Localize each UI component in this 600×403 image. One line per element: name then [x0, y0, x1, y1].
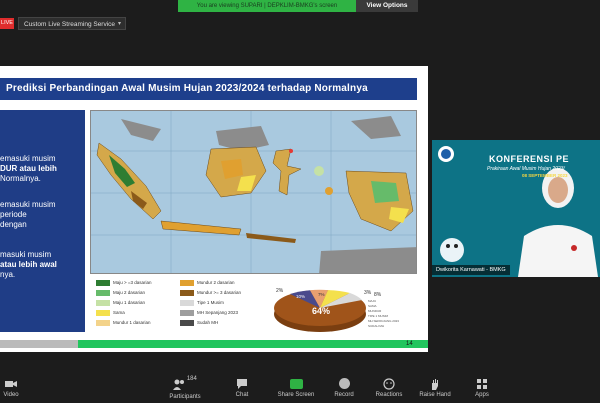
pie-legend-item: MAJU	[368, 299, 376, 303]
reactions-label: Reactions	[375, 392, 403, 398]
reactions-button[interactable]: Reactions	[372, 376, 406, 398]
legend-label: MH Sepanjang 2023	[197, 310, 239, 316]
slide-text-line: DUR atau lebih	[0, 164, 57, 173]
legend-item: Maju 1 dasarian	[96, 300, 145, 306]
slide-progress-track	[0, 340, 78, 348]
legend-item: Tipe 1 Musim	[180, 300, 224, 306]
legend-swatch	[96, 280, 110, 286]
slide-text-line: masuki musim	[0, 250, 52, 259]
slide-text-line: atau lebih awal	[0, 260, 57, 269]
share-screen-icon	[289, 379, 303, 389]
raise-hand-label: Raise Hand	[419, 392, 451, 398]
participants-icon	[173, 379, 185, 390]
pie-label: 8%	[374, 292, 382, 298]
chat-button[interactable]: Chat	[230, 376, 254, 398]
share-screen-label: Share Screen	[277, 392, 315, 398]
pie-legend-item: SAMA	[368, 304, 377, 308]
legend-item: MH Sepanjang 2023	[180, 310, 238, 316]
slide-text-line: Normalnya.	[0, 174, 41, 183]
live-badge: LIVE	[0, 18, 14, 29]
share-screen-button[interactable]: Share Screen	[274, 376, 318, 398]
legend-swatch	[96, 300, 110, 306]
legend-item: Mundur >= 3 dasarian	[180, 290, 241, 296]
viewing-banner: You are viewing SUPARI | DEPKLIM-BMKG's …	[178, 0, 356, 12]
raise-hand-button[interactable]: Raise Hand	[418, 376, 452, 398]
legend-item: Sama	[96, 310, 125, 316]
video-camera-icon	[5, 381, 17, 387]
legend-item: Maju 2 dasarian	[96, 290, 145, 296]
legend-label: Maju > =3 dasarian	[113, 280, 152, 286]
legend-label: Sama	[113, 310, 125, 316]
participants-label: Participants	[169, 394, 201, 400]
record-label: Record	[334, 392, 354, 398]
slide-text-line: dengan	[0, 220, 27, 229]
legend-item: Mundur 1 dasarian	[96, 320, 151, 326]
pie-graphic: 64% 2% 10% 7% 3% 8% MAJU SAMA MUNDUR TIP…	[274, 288, 399, 332]
streaming-service-select[interactable]: Custom Live Streaming Service ▾	[18, 17, 126, 30]
conference-date: 08 SEPTEMBER 2023	[522, 173, 568, 178]
participants-count: 184	[186, 376, 197, 382]
pie-label: 10%	[296, 294, 305, 299]
legend-item: Mundur 2 dasarian	[180, 280, 235, 286]
record-button[interactable]: Record	[330, 376, 358, 398]
shared-slide: Prediksi Perbandingan Awal Musim Hujan 2…	[0, 66, 428, 352]
view-options-button[interactable]: View Options	[356, 0, 418, 12]
video-label: Video	[3, 392, 19, 398]
pie-chart: 64% 2% 10% 7% 3% 8% MAJU SAMA MUNDUR TIP…	[270, 276, 417, 336]
pie-legend-item: SUDAH MH	[368, 324, 384, 328]
apps-button[interactable]: Apps	[470, 376, 494, 398]
map-legend: Maju > =3 dasarian Maju 2 dasarian Maju …	[90, 276, 267, 334]
slide-left-panel: emasuki musim DUR atau lebih Normalnya. …	[0, 110, 85, 332]
legend-swatch	[96, 310, 110, 316]
streaming-service-label: Custom Live Streaming Service	[24, 21, 116, 28]
legend-item: Sudah MH	[180, 320, 218, 326]
legend-label: Mundur >= 3 dasarian	[197, 290, 242, 296]
pie-legend-item: MH SEPANJANG 2023	[368, 319, 399, 323]
reactions-icon	[383, 378, 395, 390]
chat-icon	[237, 379, 247, 389]
pie-label: 7%	[318, 292, 325, 297]
legend-swatch	[96, 320, 110, 326]
legend-label: Sudah MH	[197, 320, 219, 326]
legend-swatch	[180, 320, 194, 326]
slide-text-line: emasuki musim	[0, 154, 56, 163]
legend-label: Tipe 1 Musim	[197, 300, 224, 306]
raise-hand-icon	[432, 379, 438, 390]
slide-text-line: emasuki musim	[0, 200, 56, 209]
chat-label: Chat	[235, 392, 249, 398]
pie-label: 3%	[364, 290, 372, 296]
pie-legend-item: MUNDUR	[368, 309, 382, 313]
legend-label: Mundur 2 dasarian	[197, 280, 235, 286]
legend-swatch	[180, 280, 194, 286]
legend-swatch	[96, 290, 110, 296]
speaker-name-label: Dwikorita Karnawati - BMKG	[432, 265, 510, 275]
slide-text-line: nya.	[0, 270, 16, 279]
legend-item: Maju > =3 dasarian	[96, 280, 152, 286]
apps-icon	[477, 379, 487, 389]
record-icon	[338, 378, 350, 389]
slide-text-line: periode	[0, 210, 27, 219]
legend-label: Maju 2 dasarian	[113, 290, 146, 296]
slide-title: Prediksi Perbandingan Awal Musim Hujan 2…	[0, 78, 417, 100]
conference-subtitle: Prakiraan Awal Musim Hujan 2023/	[487, 166, 565, 172]
chevron-down-icon: ▾	[117, 21, 121, 27]
indonesia-map	[90, 110, 417, 274]
apps-label: Apps	[475, 392, 489, 398]
slide-number: 14	[406, 341, 413, 347]
pie-label: 2%	[276, 288, 284, 294]
legend-swatch	[180, 310, 194, 316]
legend-swatch	[180, 290, 194, 296]
map-graphic	[91, 111, 416, 273]
speaker-video-tile[interactable]: KONFERENSI PE Prakiraan Awal Musim Hujan…	[432, 140, 600, 277]
video-button[interactable]: Video	[0, 376, 22, 398]
pie-legend-item: TIPE 1 MUSIM	[368, 314, 389, 318]
legend-label: Maju 1 dasarian	[113, 300, 146, 306]
legend-label: Mundur 1 dasarian	[113, 320, 151, 326]
legend-swatch	[180, 300, 194, 306]
meeting-toolbar: Video 184 Participants Chat Share Screen…	[0, 376, 600, 403]
participants-button[interactable]: 184 Participants	[160, 376, 210, 400]
conference-title: KONFERENSI PE	[489, 154, 570, 164]
pie-center-label: 64%	[312, 306, 330, 316]
